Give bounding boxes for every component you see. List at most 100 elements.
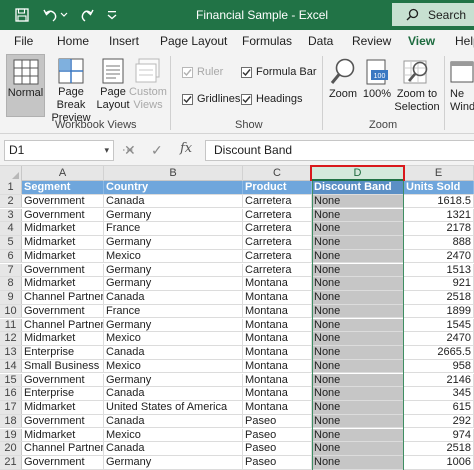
customize-toolbar-icon[interactable] (100, 4, 124, 26)
cell[interactable]: 974 (404, 428, 474, 442)
cell[interactable]: Paseo (243, 428, 312, 442)
zoom-to-selection-button[interactable]: Zoom to Selection (393, 56, 441, 114)
cell[interactable]: 1618.5 (404, 194, 474, 208)
row-header[interactable]: 2 (0, 194, 22, 208)
cell[interactable]: Paseo (243, 456, 312, 469)
custom-views-button[interactable]: Custom Views (129, 54, 167, 112)
cell[interactable]: None (312, 263, 404, 277)
tab-help[interactable]: Help (455, 30, 474, 52)
cell[interactable]: 1545 (404, 318, 474, 332)
cell[interactable]: 958 (404, 359, 474, 373)
headings-checkbox[interactable]: Headings (241, 93, 302, 105)
cell[interactable]: Government (22, 414, 104, 428)
cell[interactable]: 888 (404, 236, 474, 249)
row-header[interactable]: 5 (0, 236, 22, 249)
tab-view[interactable]: View (405, 30, 438, 56)
cell[interactable]: Montana (243, 304, 312, 318)
cell[interactable]: Channel Partners (22, 318, 104, 332)
row-header[interactable]: 9 (0, 291, 22, 304)
row-header[interactable]: 1 (0, 181, 22, 194)
cell[interactable]: None (312, 456, 404, 469)
cell[interactable]: 1321 (404, 208, 474, 222)
cell[interactable]: None (312, 318, 404, 332)
tab-insert[interactable]: Insert (109, 30, 139, 52)
tab-review[interactable]: Review (352, 30, 391, 52)
cell[interactable]: Montana (243, 373, 312, 387)
formula-input[interactable]: Discount Band (205, 140, 474, 161)
cell[interactable]: 2518 (404, 442, 474, 455)
cell[interactable]: None (312, 194, 404, 208)
cell[interactable]: Government (22, 208, 104, 222)
cell[interactable]: Midmarket (22, 277, 104, 290)
header-cell[interactable]: Product (243, 181, 312, 194)
cell[interactable]: None (312, 414, 404, 428)
select-all-button[interactable] (0, 166, 22, 181)
header-cell[interactable]: Country (104, 181, 243, 194)
row-header[interactable]: 21 (0, 456, 22, 469)
cell[interactable]: None (312, 332, 404, 345)
cell[interactable]: Germany (104, 277, 243, 290)
row-header[interactable]: 6 (0, 249, 22, 263)
cell[interactable]: Carretera (243, 222, 312, 235)
cell[interactable]: Enterprise (22, 387, 104, 400)
row-header[interactable]: 17 (0, 401, 22, 414)
cell[interactable]: None (312, 236, 404, 249)
cell[interactable]: Montana (243, 332, 312, 345)
tab-formulas[interactable]: Formulas (242, 30, 292, 52)
formula-bar-checkbox[interactable]: Formula Bar (241, 66, 317, 78)
save-icon[interactable] (10, 4, 34, 26)
cell[interactable]: Carretera (243, 194, 312, 208)
cell[interactable]: Germany (104, 456, 243, 469)
cell[interactable]: Montana (243, 318, 312, 332)
cell[interactable]: Canada (104, 442, 243, 455)
cell[interactable]: Montana (243, 291, 312, 304)
cell[interactable]: Midmarket (22, 332, 104, 345)
cell[interactable]: None (312, 208, 404, 222)
ruler-checkbox[interactable]: Ruler (182, 66, 223, 78)
cell[interactable]: 2470 (404, 332, 474, 345)
column-header-a[interactable]: A (22, 166, 104, 181)
cell[interactable]: Channel Partners (22, 291, 104, 304)
normal-view-button[interactable]: Normal (6, 54, 45, 117)
cell[interactable]: Canada (104, 194, 243, 208)
cell[interactable]: Carretera (243, 263, 312, 277)
row-header[interactable]: 8 (0, 277, 22, 290)
row-header[interactable]: 19 (0, 428, 22, 442)
cell[interactable]: France (104, 304, 243, 318)
cell[interactable]: Mexico (104, 249, 243, 263)
cell[interactable]: Midmarket (22, 249, 104, 263)
row-header[interactable]: 4 (0, 222, 22, 235)
cell[interactable]: Montana (243, 387, 312, 400)
cell[interactable]: Midmarket (22, 236, 104, 249)
cell[interactable]: Government (22, 456, 104, 469)
cell[interactable]: 2518 (404, 291, 474, 304)
tab-data[interactable]: Data (308, 30, 333, 52)
cell[interactable]: Montana (243, 277, 312, 290)
header-cell[interactable]: Discount Band (312, 181, 404, 194)
cell[interactable]: 292 (404, 414, 474, 428)
cell[interactable]: None (312, 373, 404, 387)
tab-page-layout[interactable]: Page Layout (160, 30, 227, 52)
name-box[interactable]: D1 ▾ (4, 140, 114, 161)
cancel-icon[interactable]: ✕ (124, 142, 136, 159)
row-header[interactable]: 7 (0, 263, 22, 277)
gridlines-checkbox[interactable]: Gridlines (182, 93, 240, 105)
page-layout-button[interactable]: Page Layout (96, 54, 130, 112)
page-break-preview-button[interactable]: Page Break Preview (46, 54, 96, 125)
cell[interactable]: Mexico (104, 359, 243, 373)
chevron-down-icon[interactable]: ▾ (104, 141, 109, 160)
column-header-e[interactable]: E (404, 166, 474, 181)
row-header[interactable]: 11 (0, 318, 22, 332)
insert-function-icon[interactable]: fx (180, 141, 192, 156)
cell[interactable]: Paseo (243, 442, 312, 455)
cell[interactable]: 2665.5 (404, 346, 474, 359)
cell[interactable]: 2146 (404, 373, 474, 387)
cell[interactable]: Government (22, 194, 104, 208)
row-header[interactable]: 18 (0, 414, 22, 428)
cell[interactable]: United States of America (104, 401, 243, 414)
row-header[interactable]: 14 (0, 359, 22, 373)
cell[interactable]: Enterprise (22, 346, 104, 359)
cell[interactable]: Germany (104, 263, 243, 277)
cell[interactable]: Germany (104, 373, 243, 387)
cell[interactable]: Montana (243, 359, 312, 373)
